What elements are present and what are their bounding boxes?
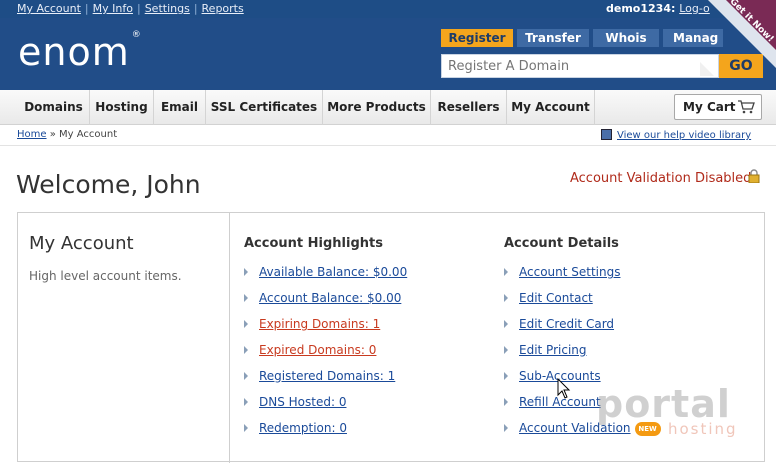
panel-title: My Account: [29, 233, 134, 254]
nav-item-hosting[interactable]: Hosting: [90, 90, 154, 125]
nav-item-email[interactable]: Email: [154, 90, 206, 125]
list-item: Redemption: 0: [244, 420, 347, 436]
logo-text: enom: [18, 30, 130, 74]
watermark-line2: hosting: [668, 420, 738, 438]
nav-item-resellers[interactable]: Resellers: [431, 90, 507, 125]
lock-icon: [748, 169, 760, 183]
dns-hosted-link[interactable]: DNS Hosted: 0: [259, 395, 346, 409]
main-navigation: Domains Hosting Email SSL Certificates M…: [0, 90, 776, 125]
get-it-now-corner-banner[interactable]: Get it Now!: [700, 0, 776, 76]
bullet-arrow-icon: [244, 424, 248, 432]
nav-item-more-products[interactable]: More Products: [323, 90, 431, 125]
utility-link-settings[interactable]: Settings: [145, 2, 190, 15]
list-item: Account Balance: $0.00: [244, 290, 401, 306]
list-item: Edit Contact: [504, 290, 593, 306]
list-item: Expiring Domains: 1: [244, 316, 380, 332]
available-balance-link[interactable]: Available Balance: $0.00: [259, 265, 407, 279]
bullet-arrow-icon: [504, 346, 508, 354]
list-item: Account Settings: [504, 264, 620, 280]
breadcrumb-current: My Account: [59, 129, 118, 140]
list-item: Available Balance: $0.00: [244, 264, 407, 280]
username: demo1234:: [606, 2, 676, 15]
account-highlights-title: Account Highlights: [244, 236, 383, 251]
divider: [0, 145, 776, 146]
bullet-arrow-icon: [244, 294, 248, 302]
list-item: Registered Domains: 1: [244, 368, 395, 384]
nav-item-ssl-certificates[interactable]: SSL Certificates: [206, 90, 323, 125]
domain-search-input[interactable]: [441, 54, 719, 78]
bullet-arrow-icon: [244, 320, 248, 328]
bullet-arrow-icon: [504, 398, 508, 406]
breadcrumb-home[interactable]: Home: [17, 129, 47, 140]
tab-whois[interactable]: Whois: [593, 29, 659, 47]
account-settings-link[interactable]: Account Settings: [519, 265, 620, 279]
list-item: Sub-Accounts: [504, 368, 601, 384]
page-title: Welcome, John: [16, 170, 201, 199]
cart-icon: [738, 100, 755, 114]
bullet-arrow-icon: [504, 320, 508, 328]
expiring-domains-link[interactable]: Expiring Domains: 1: [259, 317, 380, 331]
edit-pricing-link[interactable]: Edit Pricing: [519, 343, 587, 357]
utility-link-my-account[interactable]: My Account: [17, 2, 81, 15]
utility-link-my-info[interactable]: My Info: [93, 2, 133, 15]
my-cart-button[interactable]: My Cart: [674, 94, 762, 120]
cart-label: My Cart: [683, 100, 736, 114]
tab-transfer[interactable]: Transfer: [517, 29, 589, 47]
validation-status[interactable]: Account Validation Disabled: [570, 171, 751, 186]
redemption-link[interactable]: Redemption: 0: [259, 421, 347, 435]
bullet-arrow-icon: [504, 424, 508, 432]
enom-logo[interactable]: enom ®: [18, 30, 142, 74]
help-video-link-text[interactable]: View our help video library: [617, 130, 751, 141]
film-icon: [601, 129, 612, 140]
bullet-arrow-icon: [244, 268, 248, 276]
mouse-cursor-icon: [557, 378, 571, 399]
bullet-arrow-icon: [504, 268, 508, 276]
breadcrumb: Home » My Account: [17, 129, 117, 140]
account-details-title: Account Details: [504, 236, 619, 251]
site-header: enom® Register Transfer Whois Manag GO: [0, 18, 776, 90]
list-item: DNS Hosted: 0: [244, 394, 346, 410]
utility-link-reports[interactable]: Reports: [202, 2, 244, 15]
bullet-arrow-icon: [504, 294, 508, 302]
nav-item-my-account[interactable]: My Account: [507, 90, 595, 125]
nav-item-domains[interactable]: Domains: [18, 90, 90, 125]
registered-domains-link[interactable]: Registered Domains: 1: [259, 369, 395, 383]
bullet-arrow-icon: [504, 372, 508, 380]
account-sidebar: My Account High level account items.: [18, 213, 230, 463]
logo-registered-mark: ®: [131, 30, 142, 40]
expired-domains-link[interactable]: Expired Domains: 0: [259, 343, 376, 357]
portal-hosting-watermark: portal hosting: [596, 382, 746, 442]
list-item: Edit Pricing: [504, 342, 587, 358]
bullet-arrow-icon: [244, 346, 248, 354]
list-item: Refill Account: [504, 394, 601, 410]
utility-links: My Account | My Info | Settings | Reports: [17, 2, 244, 15]
list-item: Edit Credit Card: [504, 316, 614, 332]
edit-credit-card-link[interactable]: Edit Credit Card: [519, 317, 614, 331]
help-video-link[interactable]: View our help video library: [601, 129, 751, 141]
bullet-arrow-icon: [244, 372, 248, 380]
account-balance-link[interactable]: Account Balance: $0.00: [259, 291, 401, 305]
panel-subtitle: High level account items.: [29, 269, 182, 283]
bullet-arrow-icon: [244, 398, 248, 406]
breadcrumb-separator: »: [49, 129, 56, 140]
edit-contact-link[interactable]: Edit Contact: [519, 291, 593, 305]
tab-register[interactable]: Register: [441, 29, 513, 47]
user-info: demo1234: Log-o: [606, 2, 710, 15]
top-utility-bar: My Account | My Info | Settings | Reports demo…: [0, 0, 776, 18]
list-item: Expired Domains: 0: [244, 342, 376, 358]
